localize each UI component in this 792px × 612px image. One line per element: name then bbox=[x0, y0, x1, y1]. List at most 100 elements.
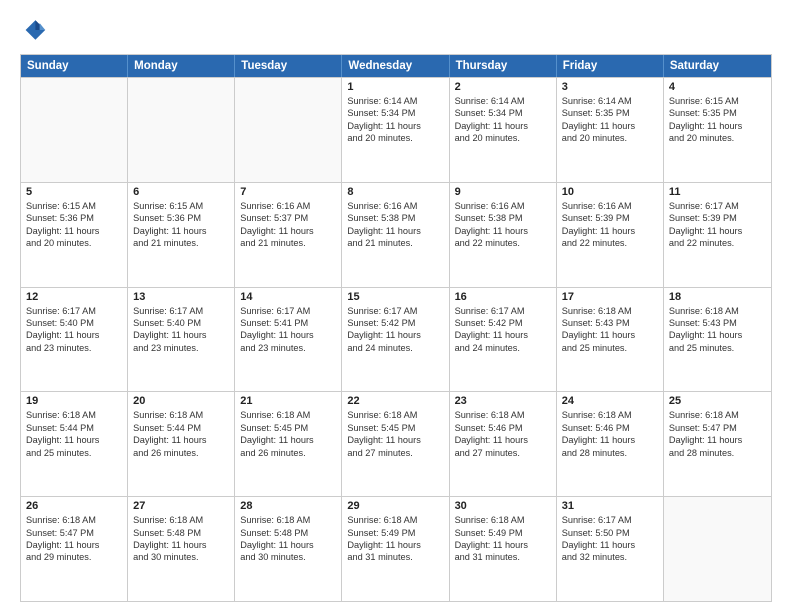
cell-info-line: Sunset: 5:45 PM bbox=[240, 422, 336, 434]
weekday-header-thursday: Thursday bbox=[450, 55, 557, 77]
cell-info-line: Daylight: 11 hours bbox=[455, 434, 551, 446]
day-number: 7 bbox=[240, 186, 336, 198]
cal-cell-day-26: 26Sunrise: 6:18 AMSunset: 5:47 PMDayligh… bbox=[21, 497, 128, 601]
cell-info-line: and 25 minutes. bbox=[669, 342, 766, 354]
day-number: 28 bbox=[240, 500, 336, 512]
day-number: 22 bbox=[347, 395, 443, 407]
cell-info-line: and 21 minutes. bbox=[133, 237, 229, 249]
cell-info-line: and 31 minutes. bbox=[455, 551, 551, 563]
cal-cell-empty bbox=[664, 497, 771, 601]
cell-info-line: Sunset: 5:40 PM bbox=[26, 317, 122, 329]
cell-info-line: Sunrise: 6:17 AM bbox=[669, 200, 766, 212]
cell-info-line: Daylight: 11 hours bbox=[133, 539, 229, 551]
cell-info-line: Daylight: 11 hours bbox=[347, 225, 443, 237]
cell-info-line: and 21 minutes. bbox=[240, 237, 336, 249]
cell-info-line: Sunrise: 6:15 AM bbox=[26, 200, 122, 212]
cal-cell-day-19: 19Sunrise: 6:18 AMSunset: 5:44 PMDayligh… bbox=[21, 392, 128, 496]
cell-info-line: Sunset: 5:42 PM bbox=[347, 317, 443, 329]
day-number: 25 bbox=[669, 395, 766, 407]
cell-info-line: Daylight: 11 hours bbox=[133, 329, 229, 341]
cell-info-line: and 23 minutes. bbox=[133, 342, 229, 354]
cell-info-line: Daylight: 11 hours bbox=[562, 329, 658, 341]
cell-info-line: Sunrise: 6:18 AM bbox=[562, 305, 658, 317]
day-number: 3 bbox=[562, 81, 658, 93]
cal-cell-day-8: 8Sunrise: 6:16 AMSunset: 5:38 PMDaylight… bbox=[342, 183, 449, 287]
calendar-row-4: 26Sunrise: 6:18 AMSunset: 5:47 PMDayligh… bbox=[21, 496, 771, 601]
cal-cell-day-22: 22Sunrise: 6:18 AMSunset: 5:45 PMDayligh… bbox=[342, 392, 449, 496]
cell-info-line: Daylight: 11 hours bbox=[455, 329, 551, 341]
cal-cell-day-31: 31Sunrise: 6:17 AMSunset: 5:50 PMDayligh… bbox=[557, 497, 664, 601]
cell-info-line: and 25 minutes. bbox=[562, 342, 658, 354]
page: SundayMondayTuesdayWednesdayThursdayFrid… bbox=[0, 0, 792, 612]
day-number: 29 bbox=[347, 500, 443, 512]
cell-info-line: Daylight: 11 hours bbox=[347, 329, 443, 341]
cell-info-line: and 23 minutes. bbox=[26, 342, 122, 354]
cal-cell-day-2: 2Sunrise: 6:14 AMSunset: 5:34 PMDaylight… bbox=[450, 78, 557, 182]
cell-info-line: Sunrise: 6:18 AM bbox=[26, 409, 122, 421]
cell-info-line: Sunrise: 6:14 AM bbox=[562, 95, 658, 107]
cell-info-line: Daylight: 11 hours bbox=[562, 539, 658, 551]
day-number: 18 bbox=[669, 291, 766, 303]
cal-cell-day-29: 29Sunrise: 6:18 AMSunset: 5:49 PMDayligh… bbox=[342, 497, 449, 601]
cell-info-line: Sunrise: 6:18 AM bbox=[562, 409, 658, 421]
cell-info-line: Daylight: 11 hours bbox=[347, 539, 443, 551]
cell-info-line: Daylight: 11 hours bbox=[26, 539, 122, 551]
cell-info-line: and 24 minutes. bbox=[347, 342, 443, 354]
cal-cell-day-24: 24Sunrise: 6:18 AMSunset: 5:46 PMDayligh… bbox=[557, 392, 664, 496]
cell-info-line: and 27 minutes. bbox=[347, 447, 443, 459]
cal-cell-day-6: 6Sunrise: 6:15 AMSunset: 5:36 PMDaylight… bbox=[128, 183, 235, 287]
cell-info-line: Sunrise: 6:14 AM bbox=[347, 95, 443, 107]
cell-info-line: and 27 minutes. bbox=[455, 447, 551, 459]
header bbox=[20, 16, 772, 44]
day-number: 26 bbox=[26, 500, 122, 512]
cal-cell-day-10: 10Sunrise: 6:16 AMSunset: 5:39 PMDayligh… bbox=[557, 183, 664, 287]
cell-info-line: Sunset: 5:37 PM bbox=[240, 212, 336, 224]
cell-info-line: Sunset: 5:35 PM bbox=[669, 107, 766, 119]
cal-cell-day-7: 7Sunrise: 6:16 AMSunset: 5:37 PMDaylight… bbox=[235, 183, 342, 287]
cell-info-line: Sunset: 5:43 PM bbox=[562, 317, 658, 329]
weekday-header-sunday: Sunday bbox=[21, 55, 128, 77]
cell-info-line: and 20 minutes. bbox=[455, 132, 551, 144]
cell-info-line: Sunrise: 6:16 AM bbox=[562, 200, 658, 212]
cal-cell-day-14: 14Sunrise: 6:17 AMSunset: 5:41 PMDayligh… bbox=[235, 288, 342, 392]
cal-cell-day-28: 28Sunrise: 6:18 AMSunset: 5:48 PMDayligh… bbox=[235, 497, 342, 601]
cal-cell-day-27: 27Sunrise: 6:18 AMSunset: 5:48 PMDayligh… bbox=[128, 497, 235, 601]
cal-cell-day-17: 17Sunrise: 6:18 AMSunset: 5:43 PMDayligh… bbox=[557, 288, 664, 392]
cell-info-line: Sunrise: 6:16 AM bbox=[347, 200, 443, 212]
cal-cell-day-9: 9Sunrise: 6:16 AMSunset: 5:38 PMDaylight… bbox=[450, 183, 557, 287]
cell-info-line: Sunrise: 6:18 AM bbox=[347, 409, 443, 421]
cell-info-line: Sunset: 5:49 PM bbox=[455, 527, 551, 539]
cell-info-line: Sunrise: 6:18 AM bbox=[240, 409, 336, 421]
cell-info-line: and 29 minutes. bbox=[26, 551, 122, 563]
cell-info-line: Daylight: 11 hours bbox=[669, 120, 766, 132]
cal-cell-day-15: 15Sunrise: 6:17 AMSunset: 5:42 PMDayligh… bbox=[342, 288, 449, 392]
day-number: 10 bbox=[562, 186, 658, 198]
cal-cell-day-16: 16Sunrise: 6:17 AMSunset: 5:42 PMDayligh… bbox=[450, 288, 557, 392]
cell-info-line: Sunset: 5:50 PM bbox=[562, 527, 658, 539]
cell-info-line: Sunset: 5:38 PM bbox=[455, 212, 551, 224]
cell-info-line: and 26 minutes. bbox=[133, 447, 229, 459]
logo-icon bbox=[20, 16, 48, 44]
day-number: 27 bbox=[133, 500, 229, 512]
day-number: 14 bbox=[240, 291, 336, 303]
cell-info-line: Daylight: 11 hours bbox=[240, 225, 336, 237]
cell-info-line: Sunrise: 6:17 AM bbox=[562, 514, 658, 526]
cell-info-line: and 22 minutes. bbox=[669, 237, 766, 249]
calendar-header-row: SundayMondayTuesdayWednesdayThursdayFrid… bbox=[21, 55, 771, 77]
cal-cell-day-21: 21Sunrise: 6:18 AMSunset: 5:45 PMDayligh… bbox=[235, 392, 342, 496]
cell-info-line: Daylight: 11 hours bbox=[133, 434, 229, 446]
cell-info-line: Sunset: 5:34 PM bbox=[347, 107, 443, 119]
cell-info-line: Sunrise: 6:17 AM bbox=[347, 305, 443, 317]
cal-cell-empty bbox=[235, 78, 342, 182]
cell-info-line: Daylight: 11 hours bbox=[347, 120, 443, 132]
cell-info-line: Sunset: 5:35 PM bbox=[562, 107, 658, 119]
cell-info-line: Daylight: 11 hours bbox=[669, 225, 766, 237]
cell-info-line: Sunset: 5:39 PM bbox=[669, 212, 766, 224]
cell-info-line: Sunrise: 6:15 AM bbox=[669, 95, 766, 107]
cell-info-line: Sunset: 5:43 PM bbox=[669, 317, 766, 329]
weekday-header-saturday: Saturday bbox=[664, 55, 771, 77]
cell-info-line: Daylight: 11 hours bbox=[240, 539, 336, 551]
cell-info-line: and 20 minutes. bbox=[347, 132, 443, 144]
day-number: 9 bbox=[455, 186, 551, 198]
weekday-header-monday: Monday bbox=[128, 55, 235, 77]
